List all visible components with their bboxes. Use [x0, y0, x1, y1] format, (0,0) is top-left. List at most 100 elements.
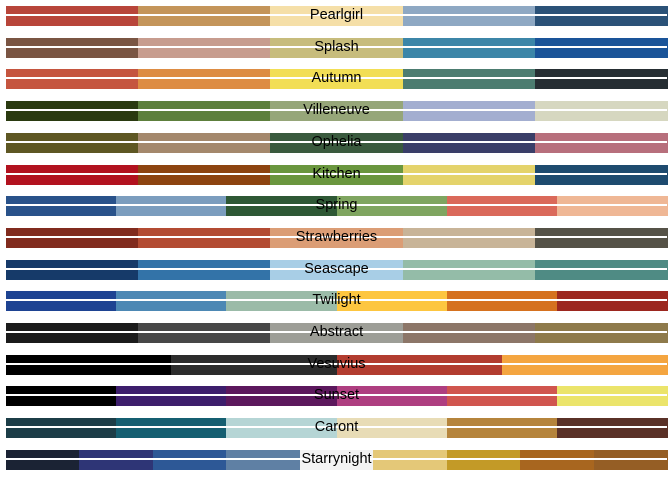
color-swatch [336, 418, 448, 439]
divider-stripe [6, 394, 667, 397]
color-swatch [534, 37, 668, 58]
color-swatch [446, 386, 558, 407]
color-swatch [446, 196, 558, 217]
color-swatch [556, 291, 668, 312]
color-swatch [270, 164, 404, 185]
divider-stripe [6, 362, 667, 365]
color-swatch [226, 418, 338, 439]
color-swatch [116, 196, 227, 217]
color-swatch [270, 323, 404, 343]
palette-row-pearlgirl: Pearlgirl [6, 6, 668, 26]
color-swatch [6, 291, 117, 312]
color-swatch [6, 101, 139, 122]
divider-stripe [6, 109, 667, 112]
color-swatch [501, 354, 668, 375]
color-swatch [534, 259, 668, 280]
divider-stripe [6, 45, 667, 48]
divider-stripe [6, 14, 667, 16]
color-swatch [6, 132, 139, 153]
color-swatch [402, 227, 536, 248]
divider-stripe [6, 140, 667, 143]
color-swatch [520, 449, 595, 470]
color-swatch [299, 449, 374, 470]
color-swatch [534, 69, 668, 90]
color-swatch [6, 354, 172, 375]
color-swatch [270, 69, 404, 90]
color-swatch [556, 386, 668, 407]
palette-chart: Pearlgirl Splash Autumn Villeneuve Ophelia Ki… [0, 0, 672, 480]
color-swatch [402, 6, 536, 26]
color-swatch [6, 227, 139, 248]
color-swatch [402, 259, 536, 280]
color-swatch [138, 37, 271, 58]
color-swatch [402, 132, 536, 153]
palette-row-villeneuve: Villeneuve [6, 101, 668, 122]
color-swatch [270, 132, 404, 153]
color-swatch [6, 418, 117, 439]
color-swatch [226, 449, 301, 470]
color-swatch [270, 101, 404, 122]
color-swatch [79, 449, 154, 470]
palette-row-ophelia: Ophelia [6, 132, 668, 153]
color-swatch [138, 164, 271, 185]
divider-stripe [6, 204, 667, 207]
color-swatch [534, 132, 668, 153]
divider-stripe [6, 77, 667, 80]
color-swatch [336, 386, 448, 407]
color-swatch [6, 449, 81, 470]
color-swatch [152, 449, 227, 470]
color-swatch [336, 291, 448, 312]
color-swatch [336, 196, 448, 217]
color-swatch [446, 418, 558, 439]
color-swatch [116, 386, 227, 407]
color-swatch [373, 449, 448, 470]
color-swatch [138, 69, 271, 90]
color-swatch [226, 196, 338, 217]
color-swatch [593, 449, 668, 470]
color-swatch [6, 323, 139, 343]
palette-row-twilight: Twilight [6, 291, 668, 312]
color-swatch [534, 227, 668, 248]
color-swatch [138, 323, 271, 343]
palette-row-vesuvius: Vesuvius [6, 354, 668, 375]
color-swatch [270, 37, 404, 58]
color-swatch [534, 323, 668, 343]
color-swatch [138, 101, 271, 122]
divider-stripe [6, 267, 667, 270]
color-swatch [402, 164, 536, 185]
color-swatch [556, 418, 668, 439]
color-swatch [6, 69, 139, 90]
color-swatch [6, 259, 139, 280]
color-swatch [138, 227, 271, 248]
palette-row-spring: Spring [6, 196, 668, 217]
color-swatch [402, 37, 536, 58]
color-swatch [270, 259, 404, 280]
divider-stripe [6, 235, 667, 238]
color-swatch [534, 101, 668, 122]
divider-stripe [6, 299, 667, 302]
palette-row-splash: Splash [6, 37, 668, 58]
color-swatch [402, 323, 536, 343]
divider-stripe [6, 457, 667, 460]
color-swatch [6, 37, 139, 58]
color-swatch [6, 6, 139, 26]
palette-row-starrynight: Starrynight [6, 449, 668, 470]
color-swatch [336, 354, 503, 375]
color-swatch [446, 449, 521, 470]
palette-row-seascape: Seascape [6, 259, 668, 280]
color-swatch [270, 6, 404, 26]
color-swatch [446, 291, 558, 312]
color-swatch [402, 69, 536, 90]
color-swatch [138, 259, 271, 280]
palette-row-autumn: Autumn [6, 69, 668, 90]
color-swatch [138, 132, 271, 153]
divider-stripe [6, 331, 667, 333]
color-swatch [226, 291, 338, 312]
color-swatch [6, 196, 117, 217]
palette-row-caront: Caront [6, 418, 668, 439]
color-swatch [116, 418, 227, 439]
palette-row-sunset: Sunset [6, 386, 668, 407]
color-swatch [534, 164, 668, 185]
color-swatch [6, 386, 117, 407]
color-swatch [138, 6, 271, 26]
